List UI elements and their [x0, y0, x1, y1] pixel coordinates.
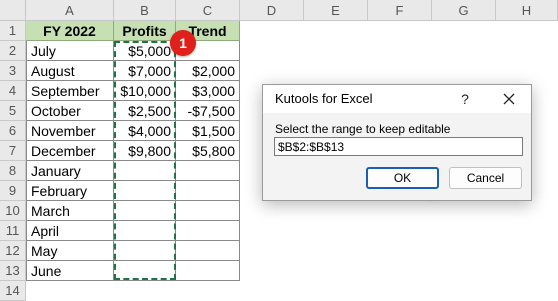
column-header-h[interactable]: H — [496, 0, 558, 21]
range-input[interactable] — [274, 137, 523, 156]
cell-b1[interactable]: Profits — [114, 21, 176, 41]
cell-a5[interactable]: October — [26, 101, 114, 121]
kutools-dialog: Kutools for Excel ? Select the range to … — [262, 84, 532, 201]
row-header-9[interactable]: 9 — [0, 181, 26, 201]
row-header-6[interactable]: 6 — [0, 121, 26, 141]
cell-c8[interactable] — [176, 161, 240, 181]
cell-c12[interactable] — [176, 241, 240, 261]
row-header-14[interactable]: 14 — [0, 281, 26, 301]
cell-a1[interactable]: FY 2022 — [26, 21, 114, 41]
help-button[interactable]: ? — [455, 89, 475, 109]
cell-a8[interactable]: January — [26, 161, 114, 181]
cell-b3[interactable]: $7,000 — [114, 61, 176, 81]
cell-a13[interactable]: June — [26, 261, 114, 281]
cell-a12[interactable]: May — [26, 241, 114, 261]
cell-a10[interactable]: March — [26, 201, 114, 221]
cell-b4[interactable]: $10,000 — [114, 81, 176, 101]
cell-b8[interactable] — [114, 161, 176, 181]
cell-c13[interactable] — [176, 261, 240, 281]
cell-b6[interactable]: $4,000 — [114, 121, 176, 141]
cell-c10[interactable] — [176, 201, 240, 221]
cell-c4[interactable]: $3,000 — [176, 81, 240, 101]
column-header-c[interactable]: C — [176, 0, 240, 21]
cell-a2[interactable]: July — [26, 41, 114, 61]
cell-b11[interactable] — [114, 221, 176, 241]
cell-c7[interactable]: $5,800 — [176, 141, 240, 161]
cell-b9[interactable] — [114, 181, 176, 201]
cell-a6[interactable]: November — [26, 121, 114, 141]
cell-b2[interactable]: $5,000 — [114, 41, 176, 61]
dialog-title: Kutools for Excel — [275, 91, 373, 106]
cell-a4[interactable]: September — [26, 81, 114, 101]
column-header-f[interactable]: F — [368, 0, 432, 21]
cell-b12[interactable] — [114, 241, 176, 261]
cell-c9[interactable] — [176, 181, 240, 201]
cell-b7[interactable]: $9,800 — [114, 141, 176, 161]
ok-button[interactable]: OK — [366, 167, 439, 189]
cell-b10[interactable] — [114, 201, 176, 221]
row-header-4[interactable]: 4 — [0, 81, 26, 101]
column-header-d[interactable]: D — [240, 0, 304, 21]
cell-c5[interactable]: -$7,500 — [176, 101, 240, 121]
row-header-8[interactable]: 8 — [0, 161, 26, 181]
cell-a3[interactable]: August — [26, 61, 114, 81]
cell-c3[interactable]: $2,000 — [176, 61, 240, 81]
cell-c6[interactable]: $1,500 — [176, 121, 240, 141]
cell-a11[interactable]: April — [26, 221, 114, 241]
cell-a9[interactable]: February — [26, 181, 114, 201]
step-badge-1: 1 — [170, 30, 196, 56]
row-header-12[interactable]: 12 — [0, 241, 26, 261]
cell-b5[interactable]: $2,500 — [114, 101, 176, 121]
row-header-10[interactable]: 10 — [0, 201, 26, 221]
column-header-e[interactable]: E — [304, 0, 368, 21]
row-header-13[interactable]: 13 — [0, 261, 26, 281]
row-header-5[interactable]: 5 — [0, 101, 26, 121]
column-header-g[interactable]: G — [432, 0, 496, 21]
select-all-corner[interactable] — [0, 0, 26, 21]
row-header-3[interactable]: 3 — [0, 61, 26, 81]
cancel-button[interactable]: Cancel — [449, 167, 522, 189]
column-header-b[interactable]: B — [114, 0, 176, 21]
cell-a7[interactable]: December — [26, 141, 114, 161]
row-header-11[interactable]: 11 — [0, 221, 26, 241]
column-header-a[interactable]: A — [26, 0, 114, 21]
row-header-7[interactable]: 7 — [0, 141, 26, 161]
close-icon[interactable] — [499, 89, 519, 109]
dialog-titlebar[interactable]: Kutools for Excel ? — [263, 85, 531, 113]
cell-c11[interactable] — [176, 221, 240, 241]
range-prompt-label: Select the range to keep editable — [275, 122, 451, 136]
row-header-2[interactable]: 2 — [0, 41, 26, 61]
cell-b13[interactable] — [114, 261, 176, 281]
row-header-1[interactable]: 1 — [0, 21, 26, 41]
